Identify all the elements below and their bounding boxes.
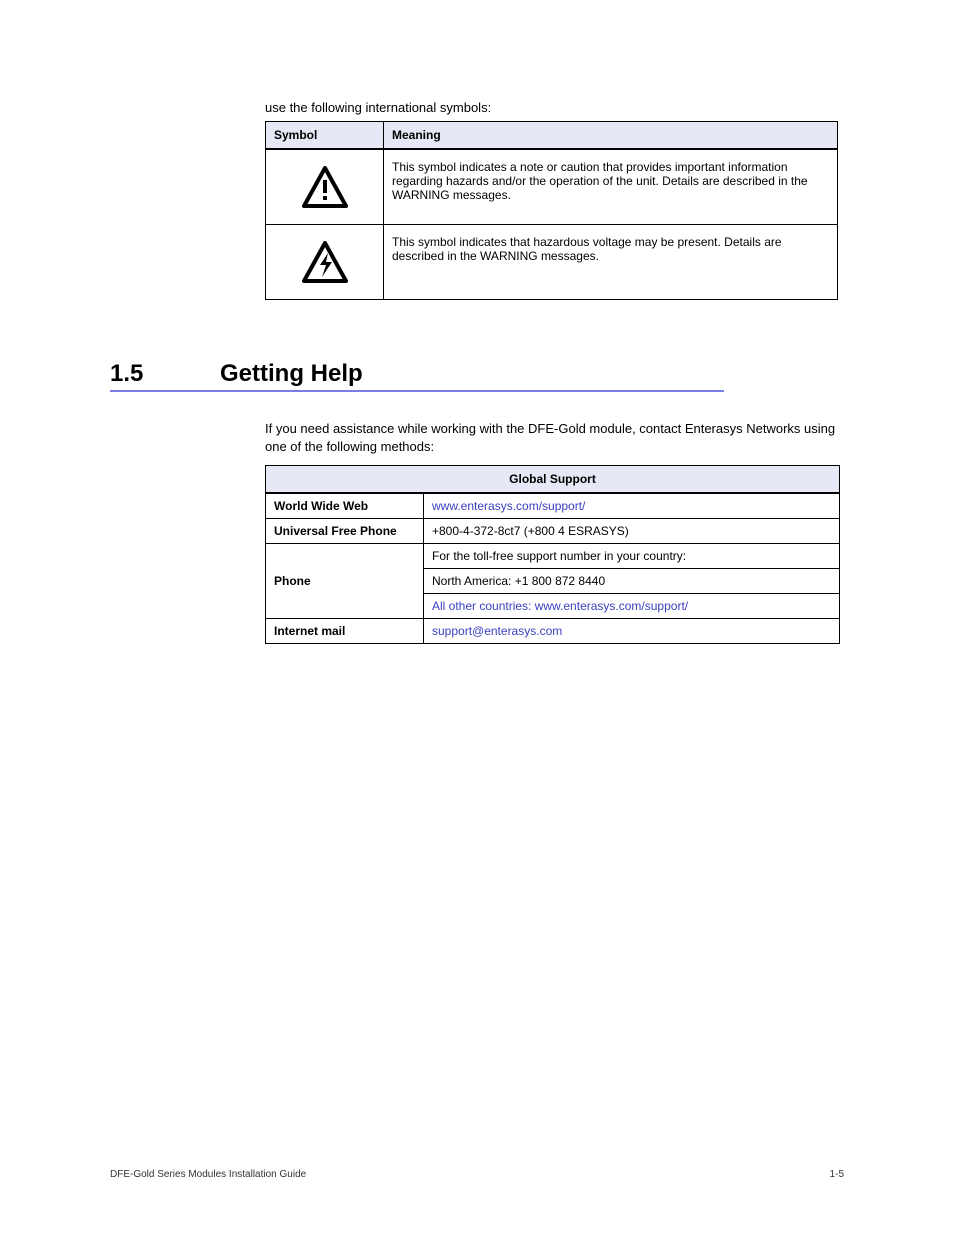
contact-value: support@enterasys.com (424, 619, 840, 644)
table-row: This symbol indicates that hazardous vol… (266, 225, 838, 300)
page: use the following international symbols:… (0, 0, 954, 1235)
symbol-cell (266, 149, 384, 225)
contact-value: North America: +1 800 872 8440 (424, 569, 840, 594)
contact-value: www.enterasys.com/support/ (424, 493, 840, 519)
table-row: Phone For the toll-free support number i… (266, 544, 840, 569)
web-link[interactable]: All other countries: www.enterasys.com/s… (432, 599, 688, 613)
contact-value: +800-4-372-8ct7 (+800 4 ESRASYS) (424, 519, 840, 544)
contact-table-title: Global Support (266, 466, 840, 494)
table-row: This symbol indicates a note or caution … (266, 149, 838, 225)
col-header-meaning: Meaning (384, 122, 838, 150)
contact-label: World Wide Web (266, 493, 424, 519)
symbol-cell (266, 225, 384, 300)
section-rule (110, 390, 724, 392)
table-header-row: Symbol Meaning (266, 122, 838, 150)
contact-table: Global Support World Wide Web www.entera… (265, 465, 840, 644)
contact-label: Phone (266, 544, 424, 619)
web-link[interactable]: www.enterasys.com/support/ (432, 499, 585, 513)
section-body: If you need assistance while working wit… (265, 420, 844, 455)
contact-label: Universal Free Phone (266, 519, 424, 544)
table-row: Internet mail support@enterasys.com (266, 619, 840, 644)
contact-table-title-row: Global Support (266, 466, 840, 494)
section-title: Getting Help (220, 360, 363, 387)
contact-value: All other countries: www.enterasys.com/s… (424, 594, 840, 619)
section-heading: 1.5Getting Help (110, 360, 844, 392)
email-link[interactable]: support@enterasys.com (432, 624, 562, 638)
footer-right: 1-5 (830, 1169, 844, 1180)
meaning-cell: This symbol indicates a note or caution … (384, 149, 838, 225)
contact-label: Internet mail (266, 619, 424, 644)
symbol-table: Symbol Meaning This symbol indicates a n… (265, 121, 838, 300)
intro-text: use the following international symbols: (265, 100, 844, 115)
table-row: Universal Free Phone +800-4-372-8ct7 (+8… (266, 519, 840, 544)
caution-triangle-icon (302, 166, 348, 208)
col-header-symbol: Symbol (266, 122, 384, 150)
section-number: 1.5 (110, 360, 220, 388)
meaning-cell: This symbol indicates that hazardous vol… (384, 225, 838, 300)
contact-value: For the toll-free support number in your… (424, 544, 840, 569)
page-footer: DFE-Gold Series Modules Installation Gui… (110, 1169, 844, 1180)
footer-left: DFE-Gold Series Modules Installation Gui… (110, 1169, 306, 1180)
table-row: World Wide Web www.enterasys.com/support… (266, 493, 840, 519)
electric-hazard-icon (302, 241, 348, 283)
